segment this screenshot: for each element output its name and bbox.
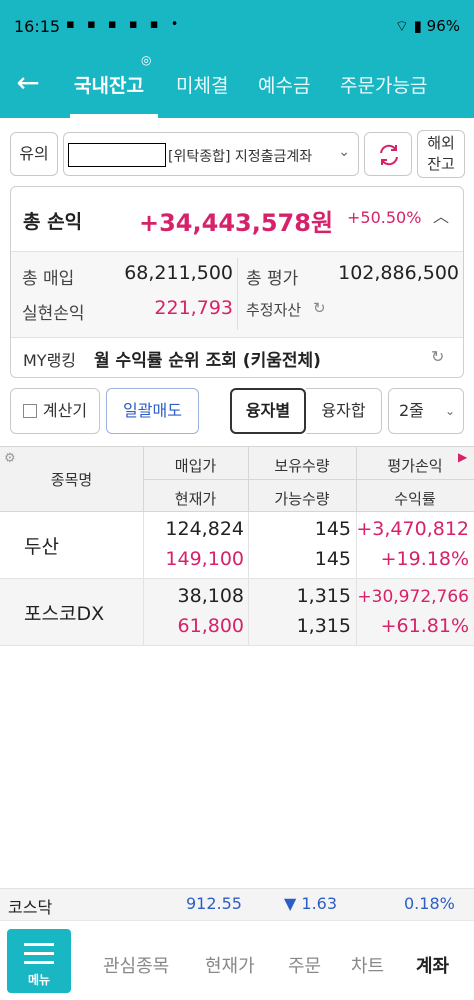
stock-name: 두산 (24, 536, 59, 558)
nav-current-price[interactable]: 현재가 (205, 952, 255, 978)
overseas-balance-button[interactable]: 해외 잔고 (417, 130, 465, 178)
tab-deposit[interactable]: 예수금 (258, 71, 310, 98)
available-qty: 145 (314, 548, 351, 570)
status-right: ⌔ ▮ 96% (395, 17, 460, 36)
col-holding-qty: 보유수량 (274, 457, 330, 475)
ranking-text: 월 수익률 순위 조회 (키움전체) (94, 351, 321, 371)
holding-qty: 145 (314, 518, 351, 540)
total-pl-value: +34,443,578원 (139, 209, 334, 237)
calculator-button[interactable]: 계산기 (10, 388, 100, 434)
eval-pl: +30,972,766 (357, 587, 469, 607)
valuation-label: 총 평가 (246, 269, 299, 289)
purchase-label: 총 매입 (22, 269, 75, 289)
col-buy-price: 매입가 (174, 457, 217, 475)
nav-chart[interactable]: 차트 (351, 952, 384, 978)
nav-account[interactable]: 계좌 (416, 952, 449, 978)
divider (143, 579, 144, 646)
col-name: 종목명 (50, 471, 93, 489)
by-loan-button[interactable]: 융자별 (230, 388, 306, 434)
action-row: 계산기 일괄매도 융자별 융자합 2줄 ⌄ (0, 388, 474, 442)
index-name: 코스닥 (8, 898, 53, 917)
total-pl-rate: +50.50% (347, 208, 422, 227)
eval-pl: +3,470,812 (356, 518, 469, 540)
index-rate: 0.18% (404, 894, 455, 913)
estimated-assets-label: 추정자산 (246, 301, 302, 319)
refresh-icon (380, 144, 398, 166)
index-ticker[interactable]: 코스닥 912.55 ▼ 1.63 0.18% (0, 888, 474, 920)
chevron-down-icon: ⌄ (444, 404, 455, 418)
holdings-table: ⚙ ▶ 종목명 매입가 현재가 보유수량 가능수량 평가손익 수익률 두산 12… (0, 446, 474, 646)
return-rate: +61.81% (380, 615, 469, 637)
index-value: 912.55 (186, 894, 242, 913)
notification-icons: ▪ ▪ ▪ ▪ ▪ • (66, 17, 183, 32)
loan-total-button[interactable]: 융자합 (306, 388, 382, 434)
gear-icon[interactable]: ⚙ (4, 451, 16, 466)
tab-badge-icon: ◎ (141, 53, 152, 67)
table-row[interactable]: 포스코DX 38,108 61,800 1,315 1,315 +30,972,… (0, 579, 474, 646)
signal-icon: ▮ (413, 17, 422, 35)
row-count-select[interactable]: 2줄 ⌄ (388, 388, 464, 434)
index-change: ▼ 1.63 (284, 894, 338, 913)
menu-label: 메뉴 (27, 973, 51, 987)
summary-detail: 총 매입 68,211,500 총 평가 102,886,500 실현손익 22… (11, 251, 463, 337)
ranking-row[interactable]: MY랭킹 월 수익률 순위 조회 (키움전체) ↻ (11, 337, 463, 377)
calculator-label: 계산기 (42, 401, 88, 420)
tab-domestic-balance[interactable]: 국내잔고 (74, 71, 144, 98)
divider (143, 512, 144, 579)
account-row: 유의 [위탁종합] 지정출금계좌 ⌄ 해외 잔고 (0, 118, 474, 190)
col-eval-pl: 평가손익 (387, 457, 443, 475)
purchase-value: 68,211,500 (124, 262, 233, 284)
calculator-icon (22, 404, 37, 418)
loan-view-toggle: 융자별 융자합 (230, 388, 382, 434)
account-name: [위탁종합] 지정출금계좌 (168, 149, 313, 165)
status-bar: 16:15 ▪ ▪ ▪ ▪ ▪ • ⌔ ▮ 96% (0, 0, 474, 50)
status-time: 16:15 (14, 17, 61, 36)
col-current-price: 현재가 (174, 490, 217, 508)
buy-price: 124,824 (165, 518, 244, 540)
buy-price: 38,108 (177, 585, 244, 607)
realized-pl-value: 221,793 (154, 297, 233, 319)
menu-button[interactable]: 메뉴 (7, 929, 71, 993)
hamburger-icon (24, 943, 54, 965)
refresh-small-icon[interactable]: ↻ (313, 299, 326, 317)
tab-orderable-amount[interactable]: 주문가능금 (340, 71, 474, 97)
account-select[interactable]: [위탁종합] 지정출금계좌 ⌄ (63, 132, 359, 176)
row-count-value: 2줄 (399, 401, 424, 420)
wifi-icon: ⌔ (394, 17, 409, 35)
table-row[interactable]: 두산 124,824 149,100 145 145 +3,470,812 +1… (0, 512, 474, 579)
divider (237, 258, 238, 330)
stock-name: 포스코DX (24, 603, 105, 625)
nav-watchlist[interactable]: 관심종목 (103, 952, 169, 978)
col-return-rate: 수익률 (394, 490, 436, 508)
account-type-button[interactable]: 유의 (10, 132, 58, 176)
return-rate: +19.18% (380, 548, 469, 570)
top-tab-bar: ← ◎ 국내잔고 미체결 예수금 주문가능금 (0, 50, 474, 118)
chevron-down-icon: ⌄ (338, 144, 350, 160)
table-header: ⚙ ▶ 종목명 매입가 현재가 보유수량 가능수량 평가손익 수익률 (0, 446, 474, 513)
total-pl-label: 총 손익 (23, 211, 83, 233)
back-arrow-icon[interactable]: ← (10, 68, 46, 100)
summary-card: 총 손익 +34,443,578원 +50.50% ︿ 총 매입 68,211,… (10, 186, 464, 378)
realized-pl-label: 실현손익 (22, 304, 85, 324)
current-price: 61,800 (177, 615, 244, 637)
bottom-nav: 메뉴 관심종목 현재가 주문 차트 계좌 (0, 920, 474, 1000)
divider (248, 512, 249, 579)
account-number-redacted (68, 143, 166, 167)
refresh-icon[interactable]: ↻ (431, 347, 444, 366)
available-qty: 1,315 (296, 615, 351, 637)
holding-qty: 1,315 (296, 585, 351, 607)
nav-order[interactable]: 주문 (288, 952, 321, 978)
battery-level: 96% (426, 17, 460, 35)
ranking-label: MY랭킹 (23, 351, 77, 370)
current-price: 149,100 (165, 548, 244, 570)
divider (143, 479, 474, 480)
chevron-up-icon[interactable]: ︿ (433, 203, 449, 227)
col-available-qty: 가능수량 (274, 490, 330, 508)
divider (248, 579, 249, 646)
bulk-sell-button[interactable]: 일괄매도 (106, 388, 199, 434)
app-screen: { "status_bar": { "time": "16:15", "batt… (0, 0, 474, 1000)
refresh-button[interactable] (364, 132, 412, 176)
tab-unfilled[interactable]: 미체결 (176, 71, 228, 98)
valuation-value: 102,886,500 (338, 262, 459, 284)
